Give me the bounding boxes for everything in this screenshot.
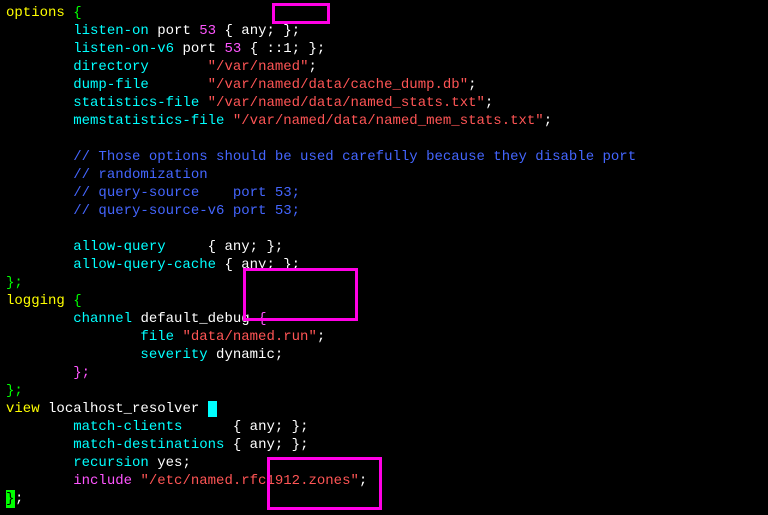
- memstats-kw: memstatistics-file: [73, 113, 224, 129]
- port-kw: port: [182, 41, 216, 57]
- dump-file-val: "/var/named/data/cache_dump.db": [208, 77, 468, 93]
- brace-close: };: [6, 275, 23, 291]
- recursion-val: yes: [157, 455, 182, 471]
- memstats-val: "/var/named/data/named_mem_stats.txt": [233, 113, 544, 129]
- semi: ;: [359, 473, 367, 489]
- channel-name: default_debug: [140, 311, 249, 327]
- dump-file-kw: dump-file: [73, 77, 149, 93]
- port-53: 53: [199, 23, 216, 39]
- directory-kw: directory: [73, 59, 149, 75]
- logging-keyword: logging: [6, 293, 65, 309]
- semi: ;: [292, 23, 300, 39]
- semi: ;: [317, 41, 325, 57]
- match-clients-kw: match-clients: [73, 419, 182, 435]
- file-kw: file: [140, 329, 174, 345]
- semi: ;: [300, 419, 308, 435]
- directory-val: "/var/named": [208, 59, 309, 75]
- v6-block: { ::1; }: [250, 41, 317, 57]
- semi: ;: [275, 347, 283, 363]
- view-keyword: view: [6, 401, 40, 417]
- any-block: { any; }: [224, 23, 291, 39]
- stats-file-val: "/var/named/data/named_stats.txt": [208, 95, 485, 111]
- allow-query-kw: allow-query: [73, 239, 165, 255]
- cursor-icon: [208, 401, 217, 417]
- allow-query-cache-kw: allow-query-cache: [73, 257, 216, 273]
- semi: ;: [15, 491, 23, 507]
- include-val: "/etc/named.rfc1912.zones": [140, 473, 358, 489]
- any-block: { any; }: [233, 437, 300, 453]
- view-name: localhost_resolver: [48, 401, 199, 417]
- semi: ;: [275, 239, 283, 255]
- comment-line: // Those options should be used carefull…: [73, 149, 636, 165]
- any-block: { any; }: [233, 419, 300, 435]
- brace-close: };: [73, 365, 90, 381]
- stats-file-kw: statistics-file: [73, 95, 199, 111]
- semi: ;: [468, 77, 476, 93]
- semi: ;: [292, 257, 300, 273]
- end-brace-cursor: }: [6, 490, 15, 508]
- semi: ;: [308, 59, 316, 75]
- comment-line: // query-source-v6 port 53;: [73, 203, 300, 219]
- comment-line: // query-source port 53;: [73, 185, 300, 201]
- brace: {: [73, 5, 81, 21]
- recursion-kw: recursion: [73, 455, 149, 471]
- port-53: 53: [224, 41, 241, 57]
- semi: ;: [317, 329, 325, 345]
- highlight-box-1: [272, 3, 330, 24]
- listen-on-kw: listen-on: [73, 23, 149, 39]
- brace-close: };: [6, 383, 23, 399]
- any-block: { any; }: [208, 239, 275, 255]
- channel-kw: channel: [73, 311, 132, 327]
- any-block: { any; }: [224, 257, 291, 273]
- semi: ;: [544, 113, 552, 129]
- brace: {: [73, 293, 81, 309]
- options-keyword: options: [6, 5, 65, 21]
- listen-on-v6-kw: listen-on-v6: [73, 41, 174, 57]
- semi: ;: [485, 95, 493, 111]
- named-conf-listing: options { listen-on port 53 { any; }; li…: [0, 0, 768, 512]
- severity-val: dynamic: [216, 347, 275, 363]
- comment-line: // randomization: [73, 167, 207, 183]
- brace: {: [258, 311, 266, 327]
- file-val: "data/named.run": [182, 329, 316, 345]
- match-dest-kw: match-destinations: [73, 437, 224, 453]
- semi: ;: [300, 437, 308, 453]
- severity-kw: severity: [140, 347, 207, 363]
- semi: ;: [182, 455, 190, 471]
- port-kw: port: [157, 23, 191, 39]
- include-kw: include: [73, 473, 132, 489]
